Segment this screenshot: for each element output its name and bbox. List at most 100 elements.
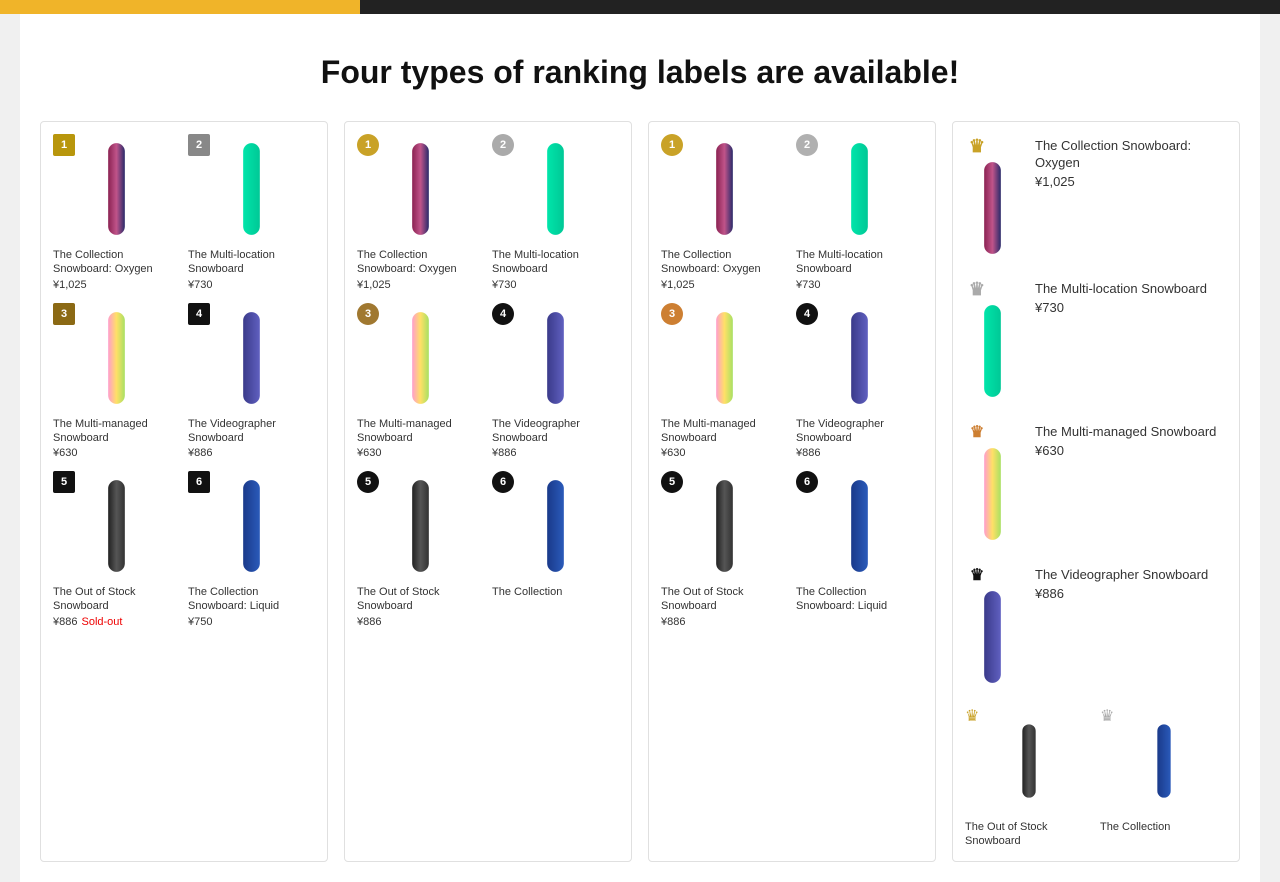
coin-name-3: The Multi-managed Snowboard <box>661 417 788 446</box>
circle-price-2: ¥730 <box>492 279 619 291</box>
circle-name-6: The Collection <box>492 585 619 599</box>
circle-price-5: ¥886 <box>357 616 484 628</box>
crown-badge-4: ♛ <box>965 563 989 587</box>
coin-name-4: The Videographer Snowboard <box>796 417 923 446</box>
product-price-5: ¥886Sold-out <box>53 616 180 628</box>
product-name-1: The Collection Snowboard: Oxygen <box>53 248 180 277</box>
product-item-2: 2 The Multi-location Snowboard ¥730 <box>188 134 315 291</box>
circle-price-4: ¥886 <box>492 447 619 459</box>
circle-badge-4: 4 <box>492 303 514 325</box>
product-item-6: 6 The Collection Snowboard: Liquid ¥750 <box>188 471 315 628</box>
crown-badge-wrap-3: ♛ <box>965 420 1025 549</box>
circle-row-3: 5 The Out of Stock Snowboard ¥886 6 The … <box>357 471 619 628</box>
circle-badge-2: 2 <box>492 134 514 156</box>
circle-item-1: 1 The Collection Snowboard: Oxygen ¥1,02… <box>357 134 484 291</box>
circle-name-5: The Out of Stock Snowboard <box>357 585 484 614</box>
crown-price-2: ¥730 <box>1035 300 1227 315</box>
rank-badge-1: 1 <box>53 134 75 156</box>
coin-badge-1: 1 <box>661 134 683 156</box>
crown-info-4: The Videographer Snowboard ¥886 <box>1035 563 1227 601</box>
circle-price-1: ¥1,025 <box>357 279 484 291</box>
product-name-3: The Multi-managed Snowboard <box>53 417 180 446</box>
coin-badge-4: 4 <box>796 303 818 325</box>
product-price-2: ¥730 <box>188 279 315 291</box>
product-price-4: ¥886 <box>188 447 315 459</box>
crown-badge-1: ♛ <box>965 134 989 158</box>
circle-row-2: 3 The Multi-managed Snowboard ¥630 4 The… <box>357 303 619 460</box>
circle-name-3: The Multi-managed Snowboard <box>357 417 484 446</box>
product-name-4: The Videographer Snowboard <box>188 417 315 446</box>
coin-item-3: 3 The Multi-managed Snowboard ¥630 <box>661 303 788 460</box>
coin-name-2: The Multi-location Snowboard <box>796 248 923 277</box>
crown-img-5 <box>965 706 1092 816</box>
product-item-4: 4 The Videographer Snowboard ¥886 <box>188 303 315 460</box>
circle-name-2: The Multi-location Snowboard <box>492 248 619 277</box>
top-bar-yellow <box>0 0 360 14</box>
coin-name-6: The Collection Snowboard: Liquid <box>796 585 923 614</box>
circle-item-2: 2 The Multi-location Snowboard ¥730 <box>492 134 619 291</box>
coin-row-2: 3 The Multi-managed Snowboard ¥630 4 The… <box>661 303 923 460</box>
crown-entry-4: ♛ The Videographer Snowboard ¥886 <box>965 563 1227 692</box>
product-row-2: 3 The Multi-managed Snowboard ¥630 4 The… <box>53 303 315 460</box>
product-name-6: The Collection Snowboard: Liquid <box>188 585 315 614</box>
rank-badge-3: 3 <box>53 303 75 325</box>
coin-price-1: ¥1,025 <box>661 279 788 291</box>
product-price-6: ¥750 <box>188 616 315 628</box>
circle-item-6: 6 The Collection <box>492 471 619 601</box>
coin-item-5: 5 The Out of Stock Snowboard ¥886 <box>661 471 788 628</box>
circle-item-5: 5 The Out of Stock Snowboard ¥886 <box>357 471 484 628</box>
page-title: Four types of ranking labels are availab… <box>40 54 1240 91</box>
crown-info-2: The Multi-location Snowboard ¥730 <box>1035 277 1227 315</box>
panel-crown: ♛ The Collection Snowboard: Oxygen ¥1,02… <box>952 121 1240 862</box>
panel-coin: 1 The Collection Snowboard: Oxygen ¥1,02… <box>648 121 936 862</box>
ranking-grid: 1 The Collection Snowboard: Oxygen ¥1,02… <box>40 121 1240 862</box>
circle-badge-1: 1 <box>357 134 379 156</box>
coin-item-6: 6 The Collection Snowboard: Liquid <box>796 471 923 616</box>
product-row-3: 5 The Out of Stock Snowboard ¥886Sold-ou… <box>53 471 315 628</box>
rank-badge-5: 5 <box>53 471 75 493</box>
product-name-2: The Multi-location Snowboard <box>188 248 315 277</box>
product-item-3: 3 The Multi-managed Snowboard ¥630 <box>53 303 180 460</box>
product-price-3: ¥630 <box>53 447 180 459</box>
product-item-5: 5 The Out of Stock Snowboard ¥886Sold-ou… <box>53 471 180 628</box>
rank-badge-4: 4 <box>188 303 210 325</box>
crown-name-1: The Collection Snowboard: Oxygen <box>1035 138 1227 172</box>
circle-price-3: ¥630 <box>357 447 484 459</box>
crown-info-1: The Collection Snowboard: Oxygen ¥1,025 <box>1035 134 1227 189</box>
circle-item-4: 4 The Videographer Snowboard ¥886 <box>492 303 619 460</box>
crown-row-56: ♛ The Out of Stock Snowboard ♛ The Colle… <box>965 706 1227 849</box>
rank-badge-2: 2 <box>188 134 210 156</box>
coin-price-5: ¥886 <box>661 616 788 628</box>
crown-name-6: The Collection <box>1100 820 1227 834</box>
product-price-1: ¥1,025 <box>53 279 180 291</box>
coin-row-3: 5 The Out of Stock Snowboard ¥886 6 The … <box>661 471 923 628</box>
top-bar-dark <box>360 0 1280 14</box>
crown-name-3: The Multi-managed Snowboard <box>1035 424 1227 441</box>
crown-entry-1: ♛ The Collection Snowboard: Oxygen ¥1,02… <box>965 134 1227 263</box>
crown-price-3: ¥630 <box>1035 443 1227 458</box>
page-wrapper: Four types of ranking labels are availab… <box>20 14 1260 882</box>
crown-badge-wrap-4: ♛ <box>965 563 1025 692</box>
coin-badge-3: 3 <box>661 303 683 325</box>
rank-badge-6: 6 <box>188 471 210 493</box>
crown-item-6: ♛ The Collection <box>1100 706 1227 849</box>
crown-info-3: The Multi-managed Snowboard ¥630 <box>1035 420 1227 458</box>
circle-badge-3: 3 <box>357 303 379 325</box>
coin-price-2: ¥730 <box>796 279 923 291</box>
panel-square: 1 The Collection Snowboard: Oxygen ¥1,02… <box>40 121 328 862</box>
coin-item-4: 4 The Videographer Snowboard ¥886 <box>796 303 923 460</box>
coin-price-3: ¥630 <box>661 447 788 459</box>
crown-name-2: The Multi-location Snowboard <box>1035 281 1227 298</box>
product-row-1: 1 The Collection Snowboard: Oxygen ¥1,02… <box>53 134 315 291</box>
crown-item-5: ♛ The Out of Stock Snowboard <box>965 706 1092 849</box>
crown-badge-6: ♛ <box>1100 706 1114 726</box>
top-bar <box>0 0 1280 14</box>
product-item-1: 1 The Collection Snowboard: Oxygen ¥1,02… <box>53 134 180 291</box>
crown-badge-wrap-1: ♛ <box>965 134 1025 263</box>
crown-badge-2: ♛ <box>965 277 989 301</box>
coin-item-2: 2 The Multi-location Snowboard ¥730 <box>796 134 923 291</box>
crown-entry-2: ♛ The Multi-location Snowboard ¥730 <box>965 277 1227 406</box>
crown-badge-3: ♛ <box>965 420 989 444</box>
crown-name-4: The Videographer Snowboard <box>1035 567 1227 584</box>
crown-name-5: The Out of Stock Snowboard <box>965 820 1092 849</box>
